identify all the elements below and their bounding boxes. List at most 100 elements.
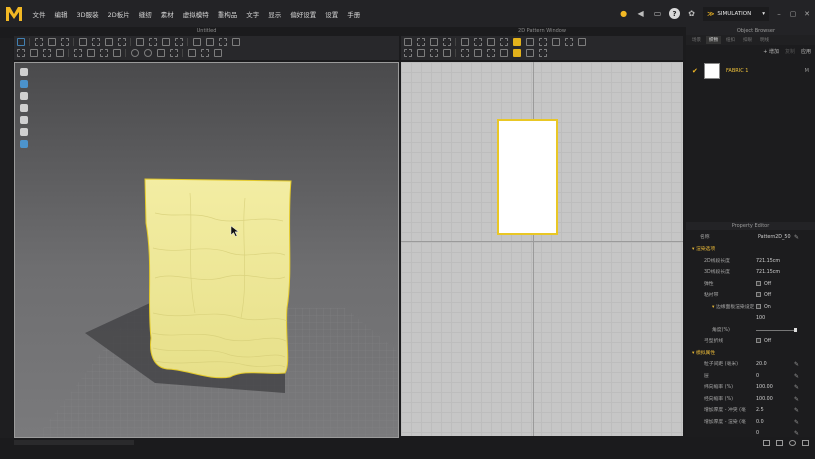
edit-icon[interactable]: ✎ [794, 232, 799, 244]
edit-icon[interactable]: ✎ [794, 394, 799, 406]
shirt-tool-icon[interactable] [205, 37, 214, 46]
property-value[interactable]: 721.15cm [756, 267, 780, 279]
pattern-piece[interactable] [497, 119, 558, 235]
2d-texture-tool-icon[interactable] [499, 48, 508, 57]
buttonhole-tool-icon[interactable] [143, 48, 152, 57]
avatar-view-icon[interactable] [20, 80, 28, 88]
close-button[interactable]: ✕ [803, 10, 811, 18]
2d-notch-tool-icon[interactable] [564, 37, 573, 46]
object-browser-tab[interactable]: 扣眼 [740, 36, 755, 44]
checkbox-icon[interactable] [756, 280, 761, 286]
object-browser-tab[interactable]: 明线 [757, 36, 772, 44]
menu-item[interactable]: 文字 [242, 9, 264, 19]
button-tool-icon[interactable] [130, 48, 139, 57]
object-browser-tab[interactable]: 织物 [706, 36, 721, 44]
menu-item[interactable]: 显示 [264, 9, 286, 19]
person-view-icon[interactable] [20, 128, 28, 136]
property-section-header[interactable]: 渲染选项 [686, 244, 815, 256]
avatar-body-icon[interactable] [20, 92, 28, 100]
menu-item[interactable]: 2D板片 [103, 9, 134, 19]
status-input[interactable] [14, 440, 134, 445]
2d-ruler-tool-icon[interactable] [512, 48, 521, 57]
select-tool-icon[interactable] [16, 37, 25, 46]
fabric-list-item[interactable]: ✔ FABRIC 1 M [686, 60, 815, 82]
edit-icon[interactable]: ✎ [794, 371, 799, 383]
edit-icon[interactable]: ✎ [794, 405, 799, 417]
menu-item[interactable]: 虚拟模特 [178, 9, 213, 19]
help-icon[interactable]: ? [669, 8, 681, 19]
property-toggle[interactable]: Off [756, 290, 771, 302]
edit-icon[interactable]: ✎ [794, 382, 799, 394]
menu-item[interactable]: 文件 [28, 9, 50, 19]
pin-view-icon[interactable] [20, 116, 28, 124]
zoom-icon[interactable] [789, 440, 796, 446]
2d-annotation-tool-icon[interactable] [525, 48, 534, 57]
shrink-tool-icon[interactable] [200, 48, 209, 57]
texture-view-icon[interactable] [20, 104, 28, 112]
edit-icon[interactable]: ✎ [794, 359, 799, 371]
draw-tool-icon[interactable] [161, 37, 170, 46]
property-value[interactable]: 0.0 [756, 417, 764, 429]
2d-dart-tool-icon[interactable] [525, 37, 534, 46]
stitch-tool-icon[interactable] [73, 48, 82, 57]
grid-layout-icon[interactable] [776, 440, 783, 446]
layout-icon[interactable]: ▭ [652, 8, 663, 19]
grid-tool-icon[interactable] [231, 37, 240, 46]
2d-edit-pattern-tool-icon[interactable] [416, 37, 425, 46]
property-value[interactable]: 721.15cm [756, 256, 780, 268]
apply-fabric-button[interactable]: 应用 [801, 48, 811, 55]
graphic-tool-icon[interactable] [156, 48, 165, 57]
menu-item[interactable]: 手册 [343, 9, 365, 19]
simulation-mode-button[interactable]: ≫ SIMULATION ▾ [703, 6, 769, 21]
globe-view-icon[interactable] [20, 140, 28, 148]
2d-tape-tool-icon[interactable] [486, 48, 495, 57]
2d-grid-tool-icon[interactable] [577, 37, 586, 46]
property-section-header[interactable]: 模拟属性 [686, 348, 815, 360]
property-value[interactable]: 2.5 [756, 405, 764, 417]
cut-tool-icon[interactable] [174, 37, 183, 46]
property-value[interactable]: 100 [756, 313, 765, 325]
2d-edit-point-tool-icon[interactable] [429, 37, 438, 46]
menu-item[interactable]: 偏好设置 [286, 9, 321, 19]
checkbox-icon[interactable] [756, 303, 761, 309]
zipper-tool-icon[interactable] [192, 37, 201, 46]
puckering-tool-icon[interactable] [187, 48, 196, 57]
fold-tool-icon[interactable] [60, 37, 69, 46]
free-sew-tool-icon[interactable] [91, 37, 100, 46]
2d-transform-tool-icon[interactable] [403, 37, 412, 46]
2d-free-sew-tool-icon[interactable] [429, 48, 438, 57]
settings-icon[interactable]: ✿ [686, 8, 697, 19]
property-value[interactable]: 0 [756, 371, 759, 383]
edit-icon[interactable]: ✎ [794, 417, 799, 429]
2d-trace-tool-icon[interactable] [538, 37, 547, 46]
strap-tool-icon[interactable] [112, 48, 121, 57]
fold-line-tool-icon[interactable] [99, 48, 108, 57]
segment-sew-tool-icon[interactable] [104, 37, 113, 46]
property-toggle[interactable]: Off [756, 336, 771, 348]
2d-pin-tool-icon[interactable] [473, 48, 482, 57]
pin-tool-icon[interactable] [135, 37, 144, 46]
2d-sew-tool-icon[interactable] [416, 48, 425, 57]
checkbox-icon[interactable] [756, 338, 761, 343]
garment-view-icon[interactable] [20, 68, 28, 76]
texture-tool-icon[interactable] [169, 48, 178, 57]
add-fabric-button[interactable]: + 增加 [763, 48, 779, 55]
menu-item[interactable]: 素材 [156, 9, 178, 19]
2d-check-sew-tool-icon[interactable] [442, 48, 451, 57]
menu-item[interactable]: 编辑 [50, 9, 72, 19]
line-tool-icon[interactable] [29, 48, 38, 57]
edit-sew-tool-icon[interactable] [117, 37, 126, 46]
transform-tool-icon[interactable] [34, 37, 43, 46]
tack-tool-icon[interactable] [47, 37, 56, 46]
2d-polygon-tool-icon[interactable] [460, 37, 469, 46]
property-toggle[interactable]: On [756, 302, 771, 314]
2d-measure-tool-icon[interactable] [538, 48, 547, 57]
menu-item[interactable]: 缝纫 [134, 9, 156, 19]
sew-tool-icon[interactable] [78, 37, 87, 46]
menu-item[interactable]: 3D服装 [72, 9, 103, 19]
panel-layout-icon[interactable] [763, 440, 770, 446]
menu-item[interactable]: 设置 [321, 9, 343, 19]
maximize-button[interactable]: ▢ [789, 10, 797, 18]
2d-fill-tool-icon[interactable] [512, 37, 521, 46]
tape-tool-icon[interactable] [55, 48, 64, 57]
